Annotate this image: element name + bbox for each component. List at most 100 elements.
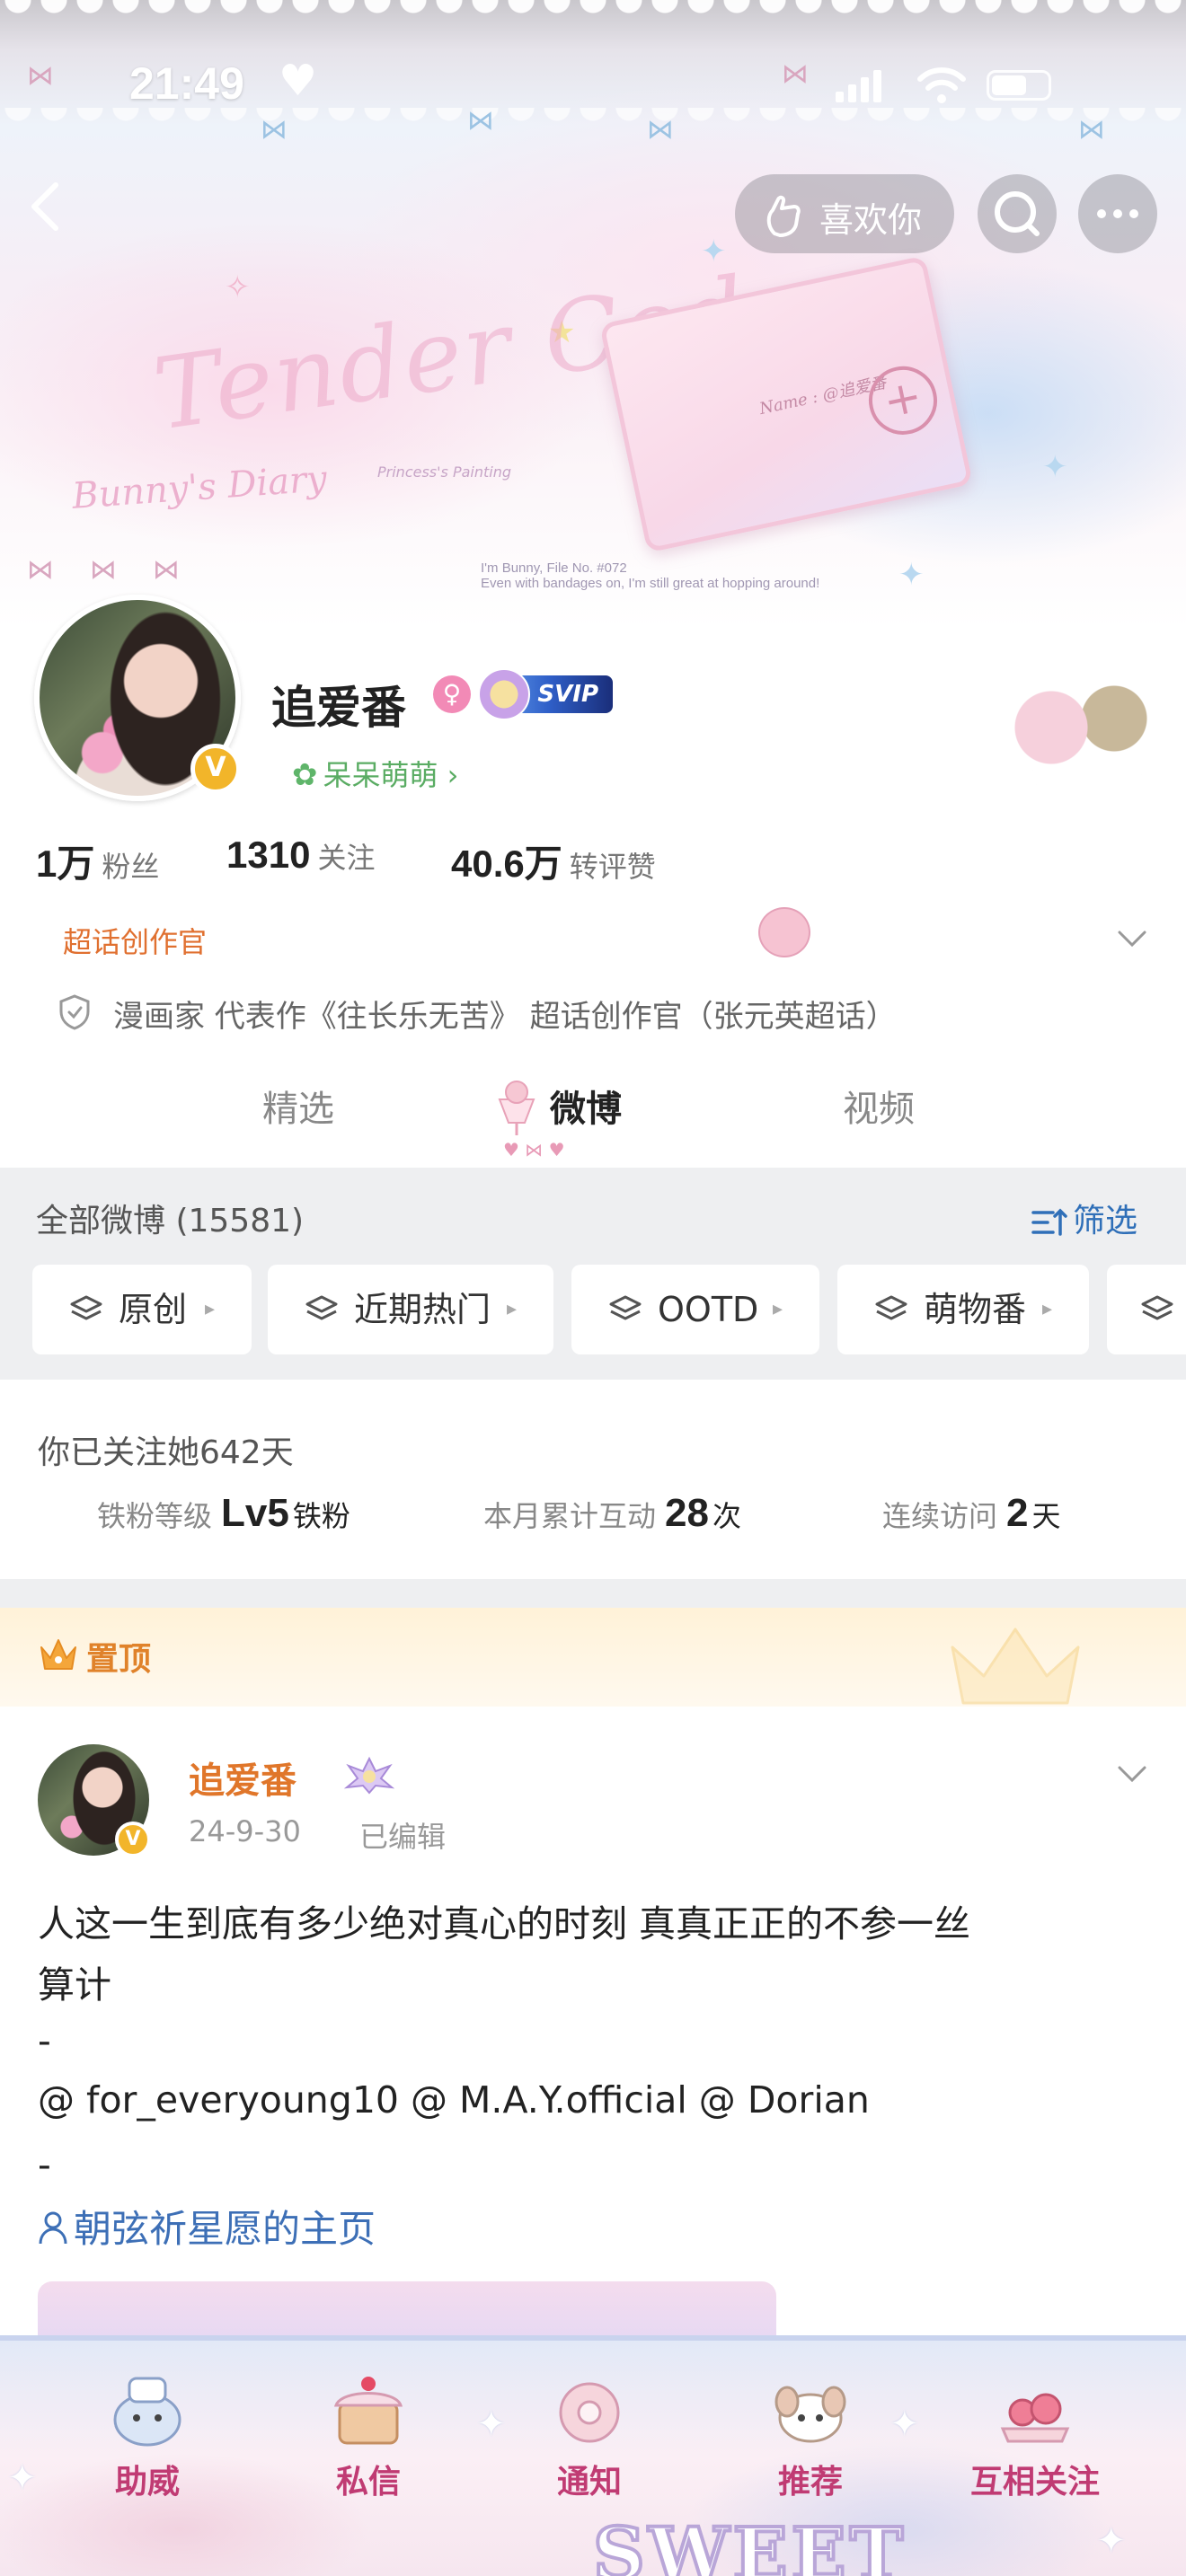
chip-original[interactable]: 原创 ▸ [32,1265,252,1354]
layers-icon [1141,1295,1173,1320]
status-indicators [836,66,1069,103]
verified-badge: V [115,1822,151,1857]
fan-info-card[interactable]: 你已关注她642天 铁粉等级 Lv5 铁粉 本月累计互动 28 次 连续访问 2 天 [0,1380,1186,1579]
shield-icon [59,994,90,1030]
bow-icon: ⋈ [1078,114,1105,146]
monthly-interaction: 本月累计互动 28 次 [483,1491,741,1535]
like-you-button[interactable]: 喜欢你 [735,174,954,253]
filter-button[interactable]: 筛选 [1031,1195,1137,1241]
message-icon [333,2377,403,2445]
post-edited: 已编辑 [359,1820,447,1854]
lace-decoration [0,108,1186,144]
profile-avatar[interactable]: V [34,595,241,801]
post-text-line: - [38,2143,51,2186]
crown-watermark-icon [951,1628,1080,1705]
recommend-icon [774,2386,846,2443]
follow-days: 你已关注她642天 [38,1434,294,1471]
chevron-down-icon[interactable] [1114,1757,1150,1793]
profile-link[interactable]: 朝弦祈星愿的主页 [38,2199,376,2254]
chevron-down-icon[interactable] [1114,922,1150,957]
ice-cream-sticker [997,656,1177,808]
post-date: 24-9-30 [189,1814,301,1848]
mutual-follow-icon [1000,2393,1070,2443]
chip-ootd[interactable]: OOTD ▸ [571,1265,819,1354]
vip-wing-icon [478,668,530,720]
stat-following[interactable]: 1310 关注 [226,834,375,877]
more-icon [1097,209,1138,218]
banner-subtitle: Bunny's Diary [70,458,329,517]
post-text-line: 算计 [38,1963,111,2007]
chip-recent-hot[interactable]: 近期热门 ▸ [268,1265,553,1354]
pinned-bar: 置顶 [0,1608,1186,1707]
pinned-post[interactable]: V 追爱番 24-9-30 已编辑 人这一生到底有多少绝对真心的时刻 真真正正的… [0,1707,1186,2335]
search-button[interactable] [978,174,1057,253]
bow-icon: ⋈ [27,60,54,92]
person-icon [39,2211,67,2245]
status-time: 21:49 [129,58,244,109]
tab-video[interactable]: 视频 [843,1080,915,1132]
hand-heart-icon [766,195,801,237]
fan-level: 铁粉等级 Lv5 铁粉 [97,1491,350,1535]
layers-icon [305,1295,338,1320]
heart-icon: ♥ [279,56,318,106]
banner-note: I'm Bunny, File No. #072 Even with banda… [481,560,820,591]
all-posts-count: 全部微博 (15581) [36,1203,305,1239]
bio-text: 漫画家 代表作《往长乐无苦》 超话创作官（张元英超话） [113,999,897,1035]
layers-icon [875,1295,907,1320]
pinned-label: 置顶 [86,1641,152,1678]
message-button[interactable]: 私信 [279,2341,458,2576]
profile-tabs: 精选 微博 ♥ ⋈ ♥ 视频 [0,1060,1186,1168]
stat-interactions[interactable]: 40.6万 转评赞 [451,834,656,888]
svip-badge[interactable]: SVIP [478,668,613,720]
bow-icon: ⋈ [261,114,288,146]
stat-followers[interactable]: 1万 粉丝 [36,834,159,888]
fan-group-label: 呆呆萌萌 › [323,758,459,792]
bottom-action-bar: ✦ ✦ ✦ ✦ 助威 私信 通知 推荐 互相关注 SWEET [0,2335,1186,2576]
banner-title: Tender Code [146,246,815,453]
caret-right-icon: ▸ [507,1298,518,1320]
bow-icon: ⋈ [467,105,494,137]
more-button[interactable] [1078,174,1157,253]
bow-icon: ⋈ [647,114,674,146]
tab-featured[interactable]: 精选 [262,1080,334,1132]
cheer-button[interactable]: 助威 [58,2341,237,2576]
search-icon [995,191,1040,236]
mutual-follow-button[interactable]: 互相关注 [945,2341,1125,2576]
verified-badge: V [190,744,241,794]
cherry-sticker [758,907,810,957]
lace-decoration [0,0,1186,36]
star-icon: ✧ [225,269,251,305]
profile-name: 追爱番 [271,682,406,734]
post-text-line: 人这一生到底有多少绝对真心的时刻 真真正正的不参一丝 [38,1902,971,1945]
bio-row: 漫画家 代表作《往长乐无苦》 超话创作官（张元英超话） [58,988,1136,1035]
post-image[interactable] [38,2281,776,2335]
vip-wing-icon [343,1756,395,1795]
notify-icon [559,2382,620,2443]
filter-section: 全部微博 (15581) 筛选 原创 ▸ 近期热门 ▸ OOTD ▸ 萌物番 ▸ [0,1168,1186,1380]
tab-weibo[interactable]: 微博 [550,1080,622,1132]
battery-icon [987,70,1051,101]
section-divider [0,1579,1186,1608]
post-text-line: - [38,2019,51,2062]
layers-icon [70,1295,102,1320]
post-author-name[interactable]: 追爱番 [189,1751,296,1804]
creator-tag[interactable]: 超话创作官 [63,920,207,961]
post-mentions[interactable]: @ for_everyoung10 @ M.A.Y.official @ Dor… [38,2078,870,2122]
filter-icon [1031,1208,1067,1236]
bow-icon: ⋈ [27,554,54,586]
fan-group-tag[interactable]: ✿ 呆呆萌萌 › [292,753,459,793]
like-you-label: 喜欢你 [819,200,923,240]
clover-icon: ✿ [292,757,318,793]
sparkle-icon: ✦ [1042,449,1068,485]
wifi-icon [917,67,966,103]
chip-cute-things[interactable]: 萌物番 ▸ [837,1265,1089,1354]
crown-icon [40,1639,76,1670]
bow-icon: ⋈ [782,58,809,90]
back-icon[interactable] [27,180,63,234]
sparkle-icon: ✦ [7,2457,38,2499]
sweet-decoration: SWEET [591,2510,907,2576]
bow-icon: ⋈ [153,554,180,586]
ice-cream-icon [498,1081,535,1135]
heart-bow-decoration: ♥ ⋈ ♥ [503,1139,565,1160]
chip-more[interactable] [1107,1265,1186,1354]
